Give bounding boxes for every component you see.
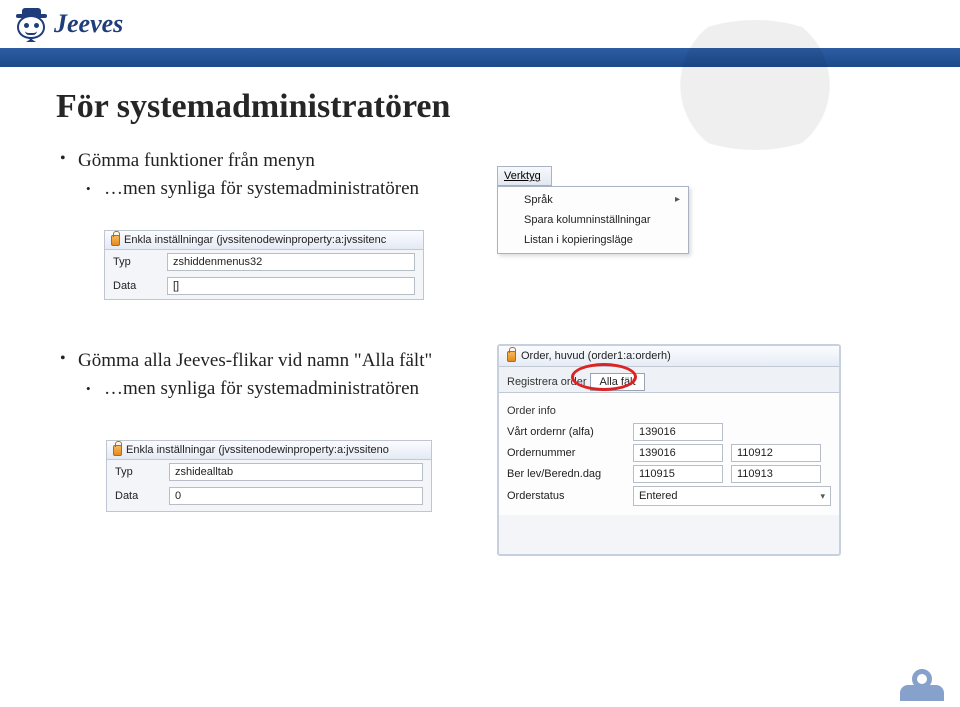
input-typ-2[interactable]: zshidealltab xyxy=(169,463,423,481)
slide-title: För systemadministratören xyxy=(56,88,904,126)
menu-item-save-columns[interactable]: Spara kolumninställningar xyxy=(498,210,688,230)
order-window-title: Order, huvud (order1:a:orderh) xyxy=(521,350,671,362)
form-row-typ: Typ zshiddenmenus32 xyxy=(105,250,423,274)
input-ber-lev-2[interactable]: 110913 xyxy=(731,465,821,483)
settings-window-2: Enkla inställningar (jvssitenodewinprope… xyxy=(106,440,432,512)
label-ber-lev: Ber lev/Beredn.dag xyxy=(507,468,633,480)
input-ordernummer-2[interactable]: 110912 xyxy=(731,444,821,462)
lock-icon xyxy=(113,445,122,456)
bullet-1: Gömma funktioner från menyn xyxy=(56,150,904,172)
menu-item-language[interactable]: Språk xyxy=(498,190,688,210)
row-orderstatus: Orderstatus Entered ▾ xyxy=(507,486,831,506)
label-typ: Typ xyxy=(113,256,167,268)
lock-icon xyxy=(111,235,120,246)
order-body: Order info Vårt ordernr (alfa) 139016 Or… xyxy=(499,393,839,515)
window-title-2: Enkla inställningar (jvssitenodewinprope… xyxy=(126,444,389,456)
bullet-2: …men synliga för systemadministratören xyxy=(82,178,904,200)
label-typ-2: Typ xyxy=(115,466,169,478)
brand-name: Jeeves xyxy=(54,9,123,39)
jeeves-mascot-icon xyxy=(14,7,48,41)
input-typ[interactable]: zshiddenmenus32 xyxy=(167,253,415,271)
tab-register-order[interactable]: Registrera order xyxy=(507,376,586,388)
input-ber-lev-1[interactable]: 110915 xyxy=(633,465,723,483)
order-tabs: Registrera order Alla fält xyxy=(499,367,839,393)
form-row-data-2: Data 0 xyxy=(107,484,431,508)
lock-icon xyxy=(507,351,516,362)
menu-header[interactable]: Verktyg xyxy=(497,166,552,186)
window-title: Enkla inställningar (jvssitenodewinprope… xyxy=(124,234,386,246)
input-data[interactable]: [] xyxy=(167,277,415,295)
sub-bullet-list-1: …men synliga för systemadministratören xyxy=(82,178,904,200)
row-ordernummer: Ordernummer 139016 110912 xyxy=(507,444,831,462)
bullet-3: Gömma alla Jeeves-flikar vid namn "Alla … xyxy=(56,350,432,372)
row-ordernr-alfa: Vårt ordernr (alfa) 139016 xyxy=(507,423,831,441)
label-ordernummer: Ordernummer xyxy=(507,447,633,459)
sub-bullet-list-2: …men synliga för systemadministratören xyxy=(82,378,432,400)
window-titlebar: Enkla inställningar (jvssitenodewinprope… xyxy=(105,231,423,250)
input-ordernr-alfa[interactable]: 139016 xyxy=(633,423,723,441)
section-label: Order info xyxy=(507,405,831,417)
label-orderstatus: Orderstatus xyxy=(507,490,633,502)
label-data-2: Data xyxy=(115,490,169,502)
select-orderstatus[interactable]: Entered ▾ xyxy=(633,486,831,506)
input-ordernummer-1[interactable]: 139016 xyxy=(633,444,723,462)
bullet-list-2: Gömma alla Jeeves-flikar vid namn "Alla … xyxy=(56,350,432,372)
settings-window-1: Enkla inställningar (jvssitenodewinprope… xyxy=(104,230,424,300)
section-2: Gömma alla Jeeves-flikar vid namn "Alla … xyxy=(56,344,432,406)
brand-logo: Jeeves xyxy=(14,7,123,41)
order-titlebar: Order, huvud (order1:a:orderh) xyxy=(499,346,839,367)
tab-all-fields[interactable]: Alla fält xyxy=(590,373,644,391)
bullet-list: Gömma funktioner från menyn xyxy=(56,150,904,172)
window-titlebar-2: Enkla inställningar (jvssitenodewinprope… xyxy=(107,441,431,460)
form-row-data: Data [] xyxy=(105,274,423,298)
input-data-2[interactable]: 0 xyxy=(169,487,423,505)
bullet-4: …men synliga för systemadministratören xyxy=(82,378,432,400)
menu-item-list-copy-mode[interactable]: Listan i kopieringsläge xyxy=(498,230,688,250)
label-data: Data xyxy=(113,280,167,292)
tools-menu: Verktyg Språk Spara kolumninställningar … xyxy=(497,166,689,282)
chevron-down-icon: ▾ xyxy=(820,491,825,502)
select-value: Entered xyxy=(639,490,678,502)
form-row-typ-2: Typ zshidealltab xyxy=(107,460,431,484)
menu-body: Språk Spara kolumninställningar Listan i… xyxy=(497,186,689,254)
row-ber-lev: Ber lev/Beredn.dag 110915 110913 xyxy=(507,465,831,483)
footer-logo-icon xyxy=(894,661,954,701)
label-ordernr-alfa: Vårt ordernr (alfa) xyxy=(507,426,633,438)
order-window: Order, huvud (order1:a:orderh) Registrer… xyxy=(497,344,841,556)
